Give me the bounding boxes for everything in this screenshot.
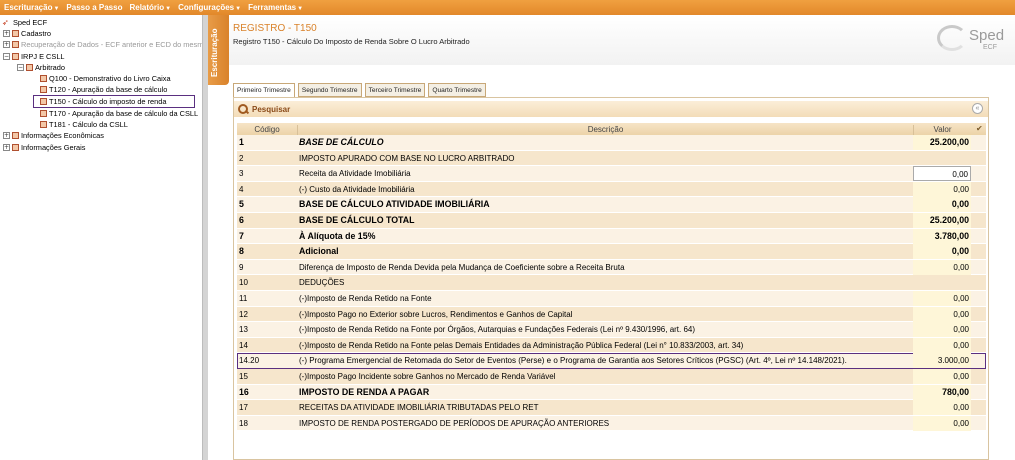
data-table: Código Descrição Valor ✔ 1 BASE DE CÁLCU… [237,123,986,432]
page-subtitle: Registro T150 - Cálculo Do Imposto de Re… [233,37,470,46]
table-row[interactable]: 13 (-)Imposto de Renda Retido na Fonte p… [237,322,986,338]
tree-root[interactable]: ➶ Sped ECF [2,17,47,28]
value-input[interactable]: 0,00 [913,259,971,275]
table-row[interactable]: 12 (-)Imposto Pago no Exterior sobre Luc… [237,306,986,323]
folder-icon [12,30,19,37]
search-icon [238,104,248,114]
value-input[interactable]: 3.000,00 [913,353,971,369]
expand-icon[interactable]: + [3,132,10,139]
vertical-tab-escrituracao[interactable]: Escrituração [208,15,229,85]
tree-item-t170[interactable]: T170 - Apuração da base de cálculo da CS… [40,108,198,119]
record-header: REGISTRO - T150 Registro T150 - Cálculo … [229,15,1015,65]
table-header: Código Descrição Valor ✔ [237,123,986,137]
table-row[interactable]: 17 RECEITAS DA ATIVIDADE IMOBILIÁRIA TRI… [237,400,986,416]
value-input[interactable]: 0,00 [913,415,971,431]
search-label: Pesquisar [252,104,291,114]
table-row[interactable]: 10 DEDUÇÕES [237,275,986,291]
value-input[interactable]: 0,00 [913,166,971,182]
table-row[interactable]: 11 (-)Imposto de Renda Retido na Fonte 0… [237,290,986,307]
sped-logo-icon: ➶ [2,18,9,27]
folder-icon [26,64,33,71]
collapse-icon[interactable]: « [972,103,983,114]
page-title: REGISTRO - T150 [233,23,317,34]
table-row-highlighted[interactable]: 14.20 (-) Programa Emergencial de Retoma… [237,353,986,369]
table-row[interactable]: 7 À Alíquota de 15% 3.780,00 [237,228,986,245]
collapse-icon[interactable]: − [17,64,24,71]
expand-icon[interactable]: + [3,144,10,151]
tree-item-t120[interactable]: T120 - Apuração da base de cálculo [40,84,167,95]
menu-ferramentas[interactable]: Ferramentas▼ [248,3,303,12]
tree-item-cadastro[interactable]: + Cadastro [3,28,51,39]
navigation-tree: ➶ Sped ECF + Cadastro + Recuperação de D… [0,15,202,460]
tree-item-t181[interactable]: T181 - Cálculo da CSLL [40,119,128,130]
folder-icon [12,53,19,60]
table-row[interactable]: 6 BASE DE CÁLCULO TOTAL 25.200,00 [237,212,986,229]
tab-panel: Pesquisar « Código Descrição Valor ✔ 1 B… [233,97,989,460]
document-icon [40,110,47,117]
tab-terceiro-trimestre[interactable]: Terceiro Trimestre [364,83,426,97]
menu-escrituracao[interactable]: Escrituração▼ [4,3,59,12]
menu-configuracoes[interactable]: Configurações▼ [178,3,241,12]
tree-item-t150[interactable]: T150 - Cálculo do imposto de renda [33,95,195,108]
value-input[interactable]: 0,00 [913,337,971,353]
table-row[interactable]: 2 IMPOSTO APURADO COM BASE NO LUCRO ARBI… [237,150,986,167]
value-input[interactable]: 0,00 [913,290,971,306]
document-icon [40,86,47,93]
value-input[interactable]: 0,00 [913,368,971,384]
collapse-icon[interactable]: − [3,53,10,60]
check-icon[interactable]: ✔ [976,124,983,133]
document-icon [40,75,47,82]
expand-icon[interactable]: + [3,41,10,48]
value-input[interactable]: 0,00 [913,306,971,322]
table-row[interactable]: 9 Diferença de Imposto de Renda Devida p… [237,259,986,276]
table-row[interactable]: 16 IMPOSTO DE RENDA A PAGAR 780,00 [237,384,986,401]
tree-item-q100[interactable]: Q100 - Demonstrativo do Livro Caixa [40,73,171,84]
value-input[interactable]: 0,00 [913,322,971,338]
table-row[interactable]: 4 (-) Custo da Atividade Imobiliária 0,0… [237,181,986,198]
tab-segundo-trimestre[interactable]: Segundo Trimestre [297,83,362,97]
table-row[interactable]: 8 Adicional 0,00 [237,244,986,260]
tree-item-info-gerais[interactable]: + Informações Gerais [3,142,86,153]
expand-icon[interactable]: + [3,30,10,37]
search-bar[interactable]: Pesquisar « [234,101,988,117]
tree-item-recuperacao[interactable]: + Recuperação de Dados - ECF anterior e … [3,39,202,50]
folder-icon [12,41,19,48]
tree-item-arbitrado[interactable]: − Arbitrado [17,62,65,73]
menu-relatorio[interactable]: Relatório▼ [129,3,171,12]
tab-primeiro-trimestre[interactable]: Primeiro Trimestre [233,83,295,98]
table-row[interactable]: 15 (-)Imposto Pago Incidente sobre Ganho… [237,368,986,385]
table-row[interactable]: 3 Receita da Atividade Imobiliária 0,00 [237,166,986,182]
table-row[interactable]: 18 IMPOSTO DE RENDA POSTERGADO DE PERÍOD… [237,415,986,432]
menu-bar: Escrituração▼ Passo a Passo Relatório▼ C… [0,0,1015,15]
folder-icon [12,132,19,139]
document-icon [40,121,47,128]
main-content: REGISTRO - T150 Registro T150 - Cálculo … [229,15,1015,460]
tree-item-info-economicas[interactable]: + Informações Econômicas [3,130,104,141]
document-icon [40,98,47,105]
logo-swirl-icon [937,25,967,51]
value-input[interactable]: 0,00 [913,400,971,416]
quarter-tabs: Primeiro Trimestre Segundo Trimestre Ter… [233,83,489,98]
value-input[interactable]: 0,00 [913,181,971,197]
table-row[interactable]: 14 (-)Imposto de Renda Retido na Fonte p… [237,337,986,354]
folder-icon [12,144,19,151]
table-row[interactable]: 5 BASE DE CÁLCULO ATIVIDADE IMOBILIÁRIA … [237,197,986,213]
tree-item-irpj[interactable]: − IRPJ E CSLL [3,51,65,62]
menu-passo-a-passo[interactable]: Passo a Passo [66,3,122,12]
sped-ecf-logo: Sped ECF [937,23,1007,57]
tab-quarto-trimestre[interactable]: Quarto Trimestre [428,83,486,97]
table-row[interactable]: 1 BASE DE CÁLCULO 25.200,00 [237,135,986,151]
column-header-code: Código [254,125,280,134]
